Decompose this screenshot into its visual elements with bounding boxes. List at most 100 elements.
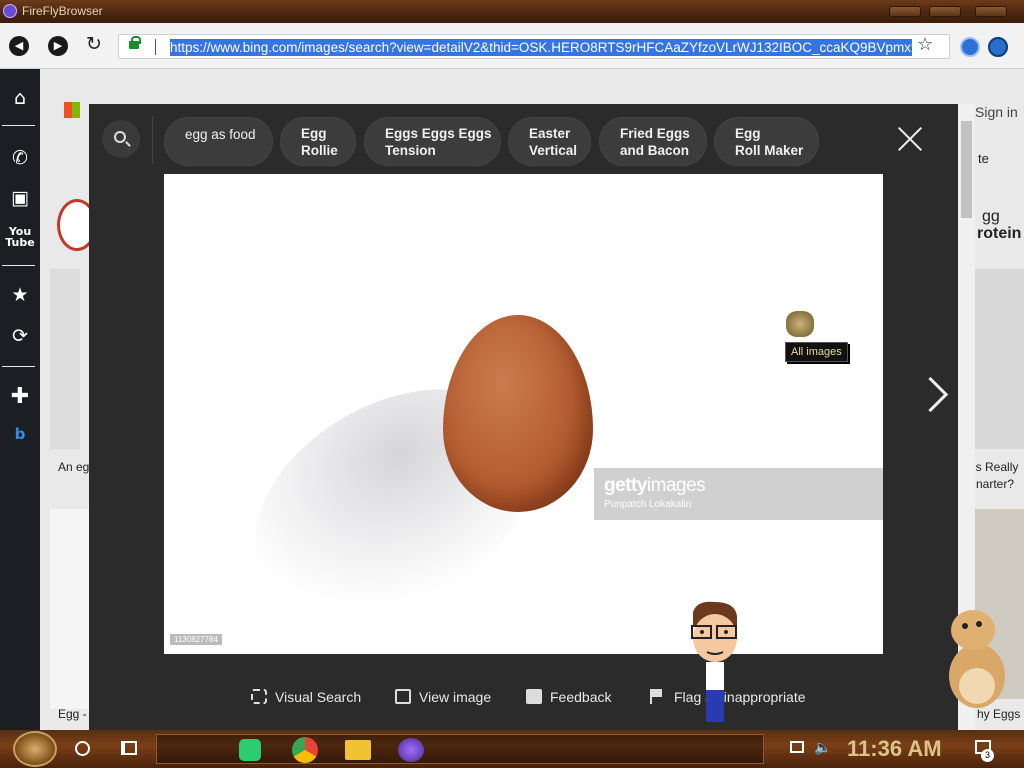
whatsapp-icon[interactable]: ✆ (0, 147, 40, 169)
network-icon[interactable] (790, 741, 804, 753)
add-panel-icon[interactable]: ✚ (0, 384, 40, 409)
dropdown-label[interactable]: te (978, 151, 989, 166)
bookmark-star-icon[interactable]: ☆ (917, 34, 933, 55)
chip-label: Vertical (529, 143, 578, 158)
getty-logo-text: images (646, 475, 706, 496)
bing-icon[interactable]: b (0, 425, 40, 443)
egg-image (443, 315, 593, 512)
chip-label: Egg (735, 126, 761, 141)
scrollbar-thumb[interactable] (961, 121, 972, 218)
close-window-button[interactable] (975, 6, 1007, 17)
sidebar-divider (2, 265, 35, 266)
browser-logo-icon (3, 4, 17, 18)
lock-icon (129, 36, 141, 49)
related-search-chip[interactable]: egg as food (164, 117, 273, 166)
result-heading: gg (982, 208, 1000, 225)
file-explorer-icon[interactable] (345, 740, 371, 760)
address-divider (155, 39, 156, 55)
flag-icon-shape (652, 689, 662, 697)
notification-count-badge: 3 (981, 749, 994, 762)
visual-search-button[interactable]: Visual Search (251, 689, 361, 705)
getty-logo-bold: getty (604, 475, 647, 496)
main-image[interactable]: gettyimages Punpatch Lokakalin 113082778… (164, 174, 883, 654)
chip-label: Eggs Eggs Eggs (385, 126, 492, 141)
chip-label: Fried Eggs (620, 126, 690, 141)
browser-sidebar: ⌂ ✆ ▣ You Tube ★ ⟳ ✚ b (0, 69, 40, 730)
chip-divider (152, 116, 153, 164)
taskbar-clock[interactable]: 11:36 AM (847, 736, 942, 762)
task-view-icon[interactable] (121, 741, 137, 755)
visual-search-icon (251, 689, 267, 704)
reload-button[interactable]: ↻ (86, 33, 102, 55)
start-button[interactable] (13, 731, 57, 767)
view-image-label: View image (419, 689, 492, 705)
taskbar-apps (156, 734, 764, 764)
chip-label: Rollie (301, 143, 338, 158)
view-image-button[interactable]: View image (395, 689, 491, 705)
related-search-chip[interactable]: Egg Rollie (280, 117, 356, 166)
feedback-label: Feedback (550, 689, 612, 705)
feedback-icon (526, 689, 542, 704)
favorites-star-icon[interactable]: ★ (0, 284, 40, 306)
image-id-label: 1130827784 (170, 634, 222, 645)
sign-in-link[interactable]: Sign in (975, 104, 1018, 120)
extension-compass-icon[interactable] (988, 37, 1008, 57)
chip-label: Tension (385, 143, 436, 158)
image-thumbnail[interactable] (50, 269, 80, 449)
result-caption[interactable]: narter? (976, 477, 1014, 491)
chrome-icon[interactable] (292, 737, 318, 763)
taskbar: 🔈 11:36 AM 3 (0, 730, 1024, 768)
notes-app-icon[interactable] (239, 739, 261, 761)
chip-label: egg as food (185, 127, 256, 142)
image-thumbnail[interactable] (975, 269, 1024, 449)
close-icon[interactable] (897, 126, 923, 152)
cortana-icon[interactable] (75, 741, 90, 756)
url-text[interactable]: https://www.bing.com/images/search?view=… (170, 39, 912, 56)
sidebar-divider (2, 366, 35, 367)
getty-watermark: gettyimages Punpatch Lokakalin (594, 468, 883, 520)
minimize-button[interactable] (889, 6, 921, 17)
maximize-button[interactable] (929, 6, 961, 17)
volume-muted-icon[interactable]: 🔈 (814, 740, 831, 756)
sidebar-divider (2, 125, 35, 126)
chip-label: Roll Maker (735, 143, 804, 158)
image-detail-overlay: egg as food Egg Rollie Eggs Eggs Eggs Tens… (89, 104, 958, 730)
result-heading: rotein (977, 225, 1022, 242)
address-bar[interactable]: https://www.bing.com/images/search?view=… (118, 34, 950, 59)
hamster-character (949, 610, 1005, 708)
related-search-chip[interactable]: Eggs Eggs Eggs Tension (364, 117, 501, 166)
related-search-chip[interactable]: Easter Vertical (508, 117, 591, 166)
forward-button[interactable]: ▶ (48, 36, 68, 56)
youtube-icon[interactable]: You Tube (0, 226, 40, 248)
back-button[interactable]: ◀ (9, 36, 29, 56)
search-button[interactable] (102, 120, 140, 158)
result-caption[interactable]: An eg (58, 460, 89, 474)
chip-label: and Bacon (620, 143, 690, 158)
visual-search-label: Visual Search (275, 689, 362, 705)
next-image-arrow-icon[interactable] (916, 376, 946, 416)
home-icon[interactable]: ⌂ (0, 87, 40, 109)
image-thumbnail[interactable] (50, 509, 90, 709)
window-title: FireFlyBrowser (22, 4, 103, 18)
browser-title-bar: FireFlyBrowser (0, 0, 1024, 23)
winged-pet-icon (786, 311, 814, 337)
search-icon (114, 131, 126, 143)
instagram-icon[interactable]: ▣ (0, 187, 40, 209)
image-actions-bar: Visual Search View image Feedback Flag a… (89, 684, 958, 714)
result-caption[interactable]: Egg - (58, 707, 87, 721)
tooltip: All images (785, 342, 848, 362)
extension-hand-icon[interactable] (960, 37, 980, 57)
microsoft-logo-icon (64, 102, 80, 118)
cartoon-man-character (691, 601, 737, 722)
browser-toolbar: ◀ ▶ ↻ https://www.bing.com/images/search… (0, 23, 1024, 69)
chip-label: Egg (301, 126, 327, 141)
firefly-browser-taskbar-icon[interactable] (398, 738, 424, 762)
feedback-button[interactable]: Feedback (526, 689, 611, 705)
history-icon[interactable]: ⟳ (0, 325, 40, 347)
result-caption[interactable]: gs Really (969, 460, 1018, 474)
related-search-chip[interactable]: Fried Eggs and Bacon (599, 117, 707, 166)
related-search-chip[interactable]: Egg Roll Maker (714, 117, 819, 166)
view-image-icon (395, 689, 411, 704)
getty-logo: gettyimages (604, 475, 706, 497)
chip-label: Easter (529, 126, 571, 141)
